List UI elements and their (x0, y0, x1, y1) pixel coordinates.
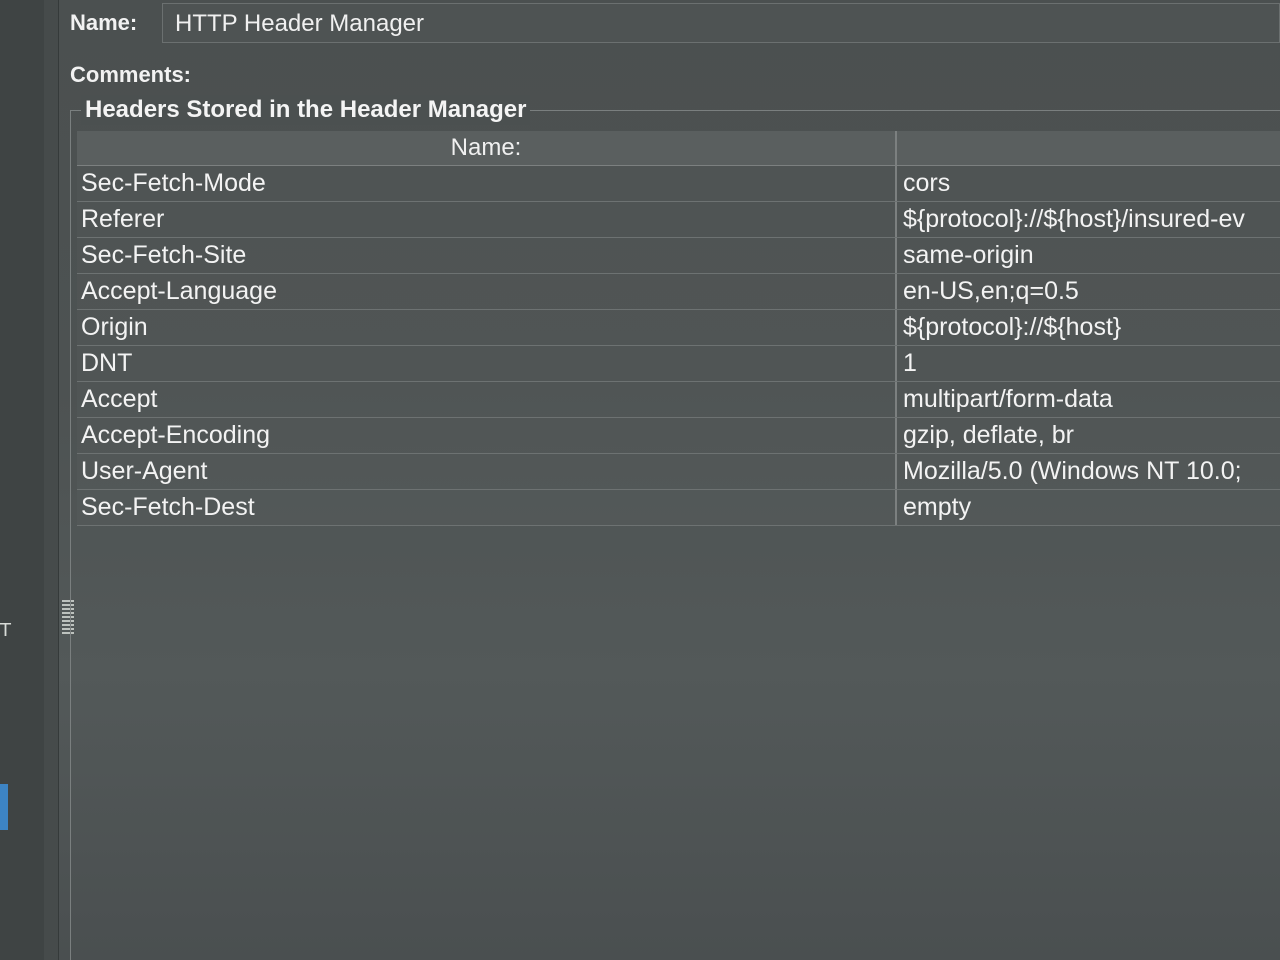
header-name-cell[interactable]: Origin (77, 310, 897, 345)
headers-group: Headers Stored in the Header Manager Nam… (70, 95, 1280, 960)
app-window: T Name: HTTP Header Manager Comments: He… (0, 0, 1280, 960)
table-row[interactable]: Sec-Fetch-Mode cors (77, 166, 1280, 202)
header-value-cell[interactable]: ${protocol}://${host} (897, 310, 1280, 345)
header-name-cell[interactable]: DNT (77, 346, 897, 381)
table-row[interactable]: DNT 1 (77, 346, 1280, 382)
header-name-cell[interactable]: Accept-Encoding (77, 418, 897, 453)
name-field[interactable]: HTTP Header Manager (162, 3, 1280, 43)
table-body: Sec-Fetch-Mode cors Referer ${protocol}:… (77, 166, 1280, 526)
comments-label: Comments: (70, 62, 192, 87)
header-name-cell[interactable]: Sec-Fetch-Mode (77, 166, 897, 201)
column-header-name[interactable]: Name: (77, 131, 897, 165)
header-value-cell[interactable]: 1 (897, 346, 1280, 381)
name-row: Name: HTTP Header Manager (70, 0, 1280, 46)
table-row[interactable]: Origin ${protocol}://${host} (77, 310, 1280, 346)
element-config-panel: Name: HTTP Header Manager Comments: Head… (58, 0, 1280, 960)
header-value-cell[interactable]: Mozilla/5.0 (Windows NT 10.0; (897, 454, 1280, 489)
table-row[interactable]: Accept-Encoding gzip, deflate, br (77, 418, 1280, 454)
comments-row: Comments: (70, 58, 1280, 92)
header-value-cell[interactable]: multipart/form-data (897, 382, 1280, 417)
table-row[interactable]: Accept-Language en-US,en;q=0.5 (77, 274, 1280, 310)
header-value-cell[interactable]: ${protocol}://${host}/insured-ev (897, 202, 1280, 237)
table-row[interactable]: User-Agent Mozilla/5.0 (Windows NT 10.0; (77, 454, 1280, 490)
header-name-cell[interactable]: Accept (77, 382, 897, 417)
table-row[interactable]: Sec-Fetch-Site same-origin (77, 238, 1280, 274)
header-name-cell[interactable]: User-Agent (77, 454, 897, 489)
table-row[interactable]: Sec-Fetch-Dest empty (77, 490, 1280, 526)
table-row[interactable]: Referer ${protocol}://${host}/insured-ev (77, 202, 1280, 238)
left-tree-panel: T (0, 0, 45, 960)
panel-splitter[interactable] (44, 0, 74, 960)
header-value-cell[interactable]: gzip, deflate, br (897, 418, 1280, 453)
table-row[interactable]: Accept multipart/form-data (77, 382, 1280, 418)
headers-table: Name: Sec-Fetch-Mode cors Referer ${prot… (77, 131, 1280, 926)
header-name-cell[interactable]: Sec-Fetch-Site (77, 238, 897, 273)
comments-field[interactable] (218, 60, 1280, 90)
tree-selection-indicator (0, 784, 8, 830)
column-header-value[interactable] (897, 131, 1280, 165)
tree-partial-label: T (0, 620, 11, 641)
table-empty-area (77, 526, 1280, 926)
table-header: Name: (77, 131, 1280, 166)
header-name-cell[interactable]: Sec-Fetch-Dest (77, 490, 897, 525)
header-value-cell[interactable]: same-origin (897, 238, 1280, 273)
header-name-cell[interactable]: Referer (77, 202, 897, 237)
headers-group-title: Headers Stored in the Header Manager (81, 95, 531, 125)
header-name-cell[interactable]: Accept-Language (77, 274, 897, 309)
name-label: Name: (70, 10, 138, 35)
header-value-cell[interactable]: en-US,en;q=0.5 (897, 274, 1280, 309)
header-value-cell[interactable]: empty (897, 490, 1280, 525)
header-value-cell[interactable]: cors (897, 166, 1280, 201)
